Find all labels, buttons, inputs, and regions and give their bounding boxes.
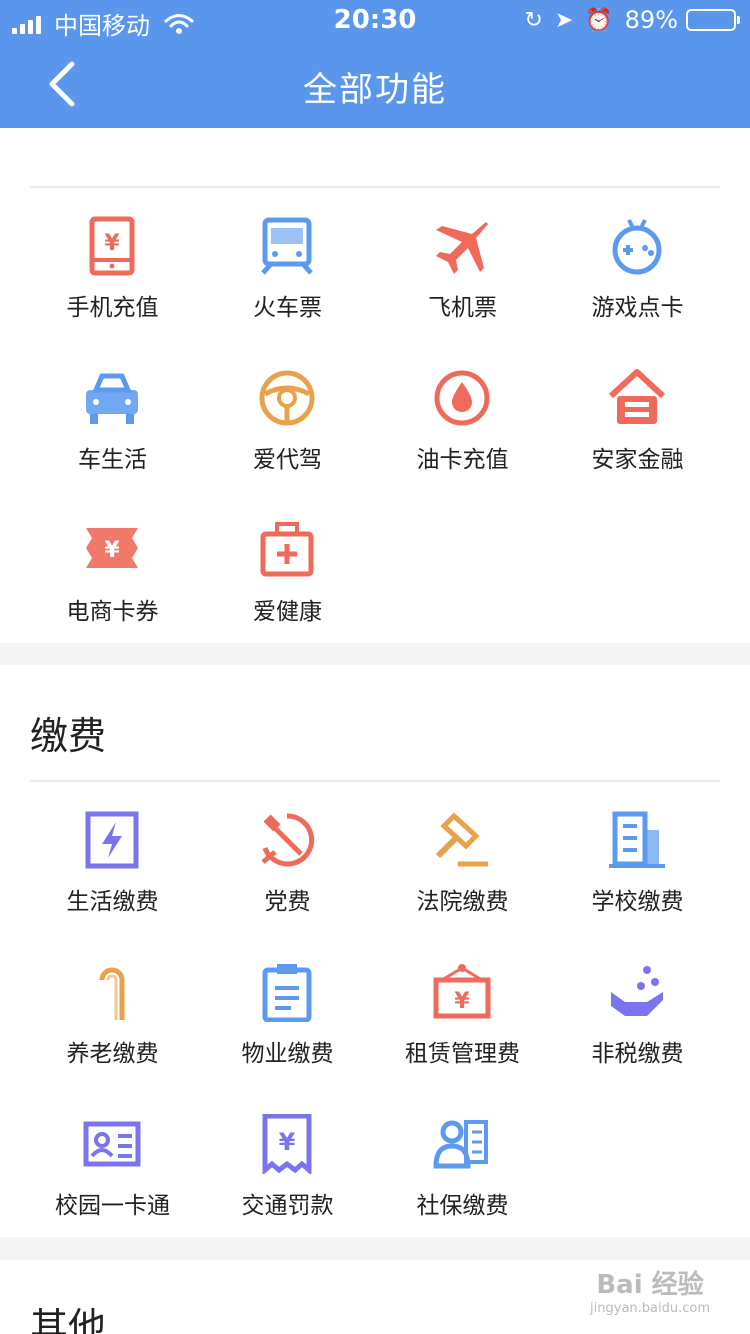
content-scroll[interactable]: 生活 ¥ 手机充值 火车票 飞机票 [0,128,750,1334]
item-label: 爱代驾 [253,447,322,473]
svg-text:¥: ¥ [454,989,470,1014]
page-title: 全部功能 [303,70,447,110]
item-gamecard[interactable]: 游戏点卡 [550,210,725,350]
item-label: 法院缴费 [416,889,509,915]
item-non-tax[interactable]: 非税缴费 [550,956,725,1096]
item-airplane[interactable]: 飞机票 [375,210,550,350]
coupon-icon: ¥ [86,528,138,568]
building-icon [609,811,665,868]
item-label: 租赁管理费 [405,1041,520,1067]
item-label: 游戏点卡 [591,295,684,321]
item-label: 物业缴费 [241,1041,334,1067]
cane-icon [99,967,125,1020]
item-social-security[interactable]: 社保缴费 [375,1108,550,1248]
item-campus-card[interactable]: 校园一卡通 [25,1108,200,1248]
item-label: 社保缴费 [416,1193,509,1219]
airplane-icon [436,222,488,274]
item-rent[interactable]: ¥ 租赁管理费 [375,956,550,1096]
clipboard-icon [262,964,312,1022]
item-oil-card[interactable]: 油卡充值 [375,362,550,502]
item-property[interactable]: 物业缴费 [200,956,375,1096]
lightning-icon [85,811,139,869]
item-label: 爱健康 [253,599,322,625]
steering-wheel-icon [259,370,315,426]
item-health[interactable]: 爱健康 [200,514,375,654]
item-label: 党费 [264,889,311,915]
item-pension[interactable]: 养老缴费 [25,956,200,1096]
item-train[interactable]: 火车票 [200,210,375,350]
watermark-text: Bai 经验 [596,1270,704,1300]
receipt-icon: ¥ [262,1114,312,1174]
battery-percent: 89% [624,6,678,34]
baidu-jingyan-watermark: Bai 经验 jingyan.baidu.com [590,1264,710,1316]
watermark-sub: jingyan.baidu.com [590,1301,710,1316]
item-label: 交通罚款 [241,1193,334,1219]
item-label: 学校缴费 [591,889,684,915]
medical-kit-icon [260,522,314,577]
svg-text:¥: ¥ [279,1128,296,1156]
hammer-sickle-icon [261,813,315,867]
status-bar: 中国移动 20:30 ↻ ➤ ⏰ 89% [0,0,750,40]
item-label: 安家金融 [591,447,684,473]
item-label: 非税缴费 [591,1041,684,1067]
item-court-payment[interactable]: 法院缴费 [375,804,550,944]
social-security-icon [433,1120,488,1169]
car-icon [86,373,138,424]
house-finance-icon [608,369,666,424]
item-school-payment[interactable]: 学校缴费 [550,804,725,944]
item-label: 车生活 [78,447,147,473]
divider [30,780,720,782]
rotation-lock-icon: ↻ [524,7,543,33]
divider [30,186,720,188]
item-label: 生活缴费 [66,889,159,915]
alarm-icon: ⏰ [585,7,613,33]
section-title: 缴费 [30,714,107,758]
train-icon [261,217,313,275]
rent-sign-icon: ¥ [433,964,491,1019]
item-coupon[interactable]: ¥ 电商卡券 [25,514,200,654]
item-phone-recharge[interactable]: ¥ 手机充值 [25,210,200,350]
section-payment: 缴费 生活缴费 党费 法院缴费 学校缴费 养老缴费 物业缴费 ¥ 租赁管理费 非… [0,665,750,1237]
item-life-payment[interactable]: 生活缴费 [25,804,200,944]
hand-coins-icon [611,966,663,1016]
phone-recharge-icon: ¥ [89,216,135,276]
svg-text:¥: ¥ [104,538,120,563]
nav-bar: 全部功能 [0,40,750,128]
section-life: 生活 ¥ 手机充值 火车票 飞机票 [0,128,750,643]
svg-text:¥: ¥ [104,231,120,256]
location-icon: ➤ [554,7,574,33]
item-label: 校园一卡通 [55,1193,170,1219]
item-label: 油卡充值 [416,447,509,473]
status-right: ↻ ➤ ⏰ 89% [524,6,740,34]
item-label: 飞机票 [428,295,497,321]
item-label: 养老缴费 [66,1041,159,1067]
item-traffic-fine[interactable]: ¥ 交通罚款 [200,1108,375,1248]
item-car-life[interactable]: 车生活 [25,362,200,502]
gavel-icon [435,812,488,867]
oil-drop-icon [434,370,490,426]
item-label: 火车票 [253,295,322,321]
id-card-icon [83,1121,141,1167]
item-driver[interactable]: 爱代驾 [200,362,375,502]
item-label: 手机充值 [66,295,159,321]
item-home-finance[interactable]: 安家金融 [550,362,725,502]
battery-icon [686,9,740,31]
gamepad-icon [612,219,662,275]
section-title: 其他 [30,1305,107,1334]
item-party-fee[interactable]: 党费 [200,804,375,944]
item-label: 电商卡券 [66,599,159,625]
